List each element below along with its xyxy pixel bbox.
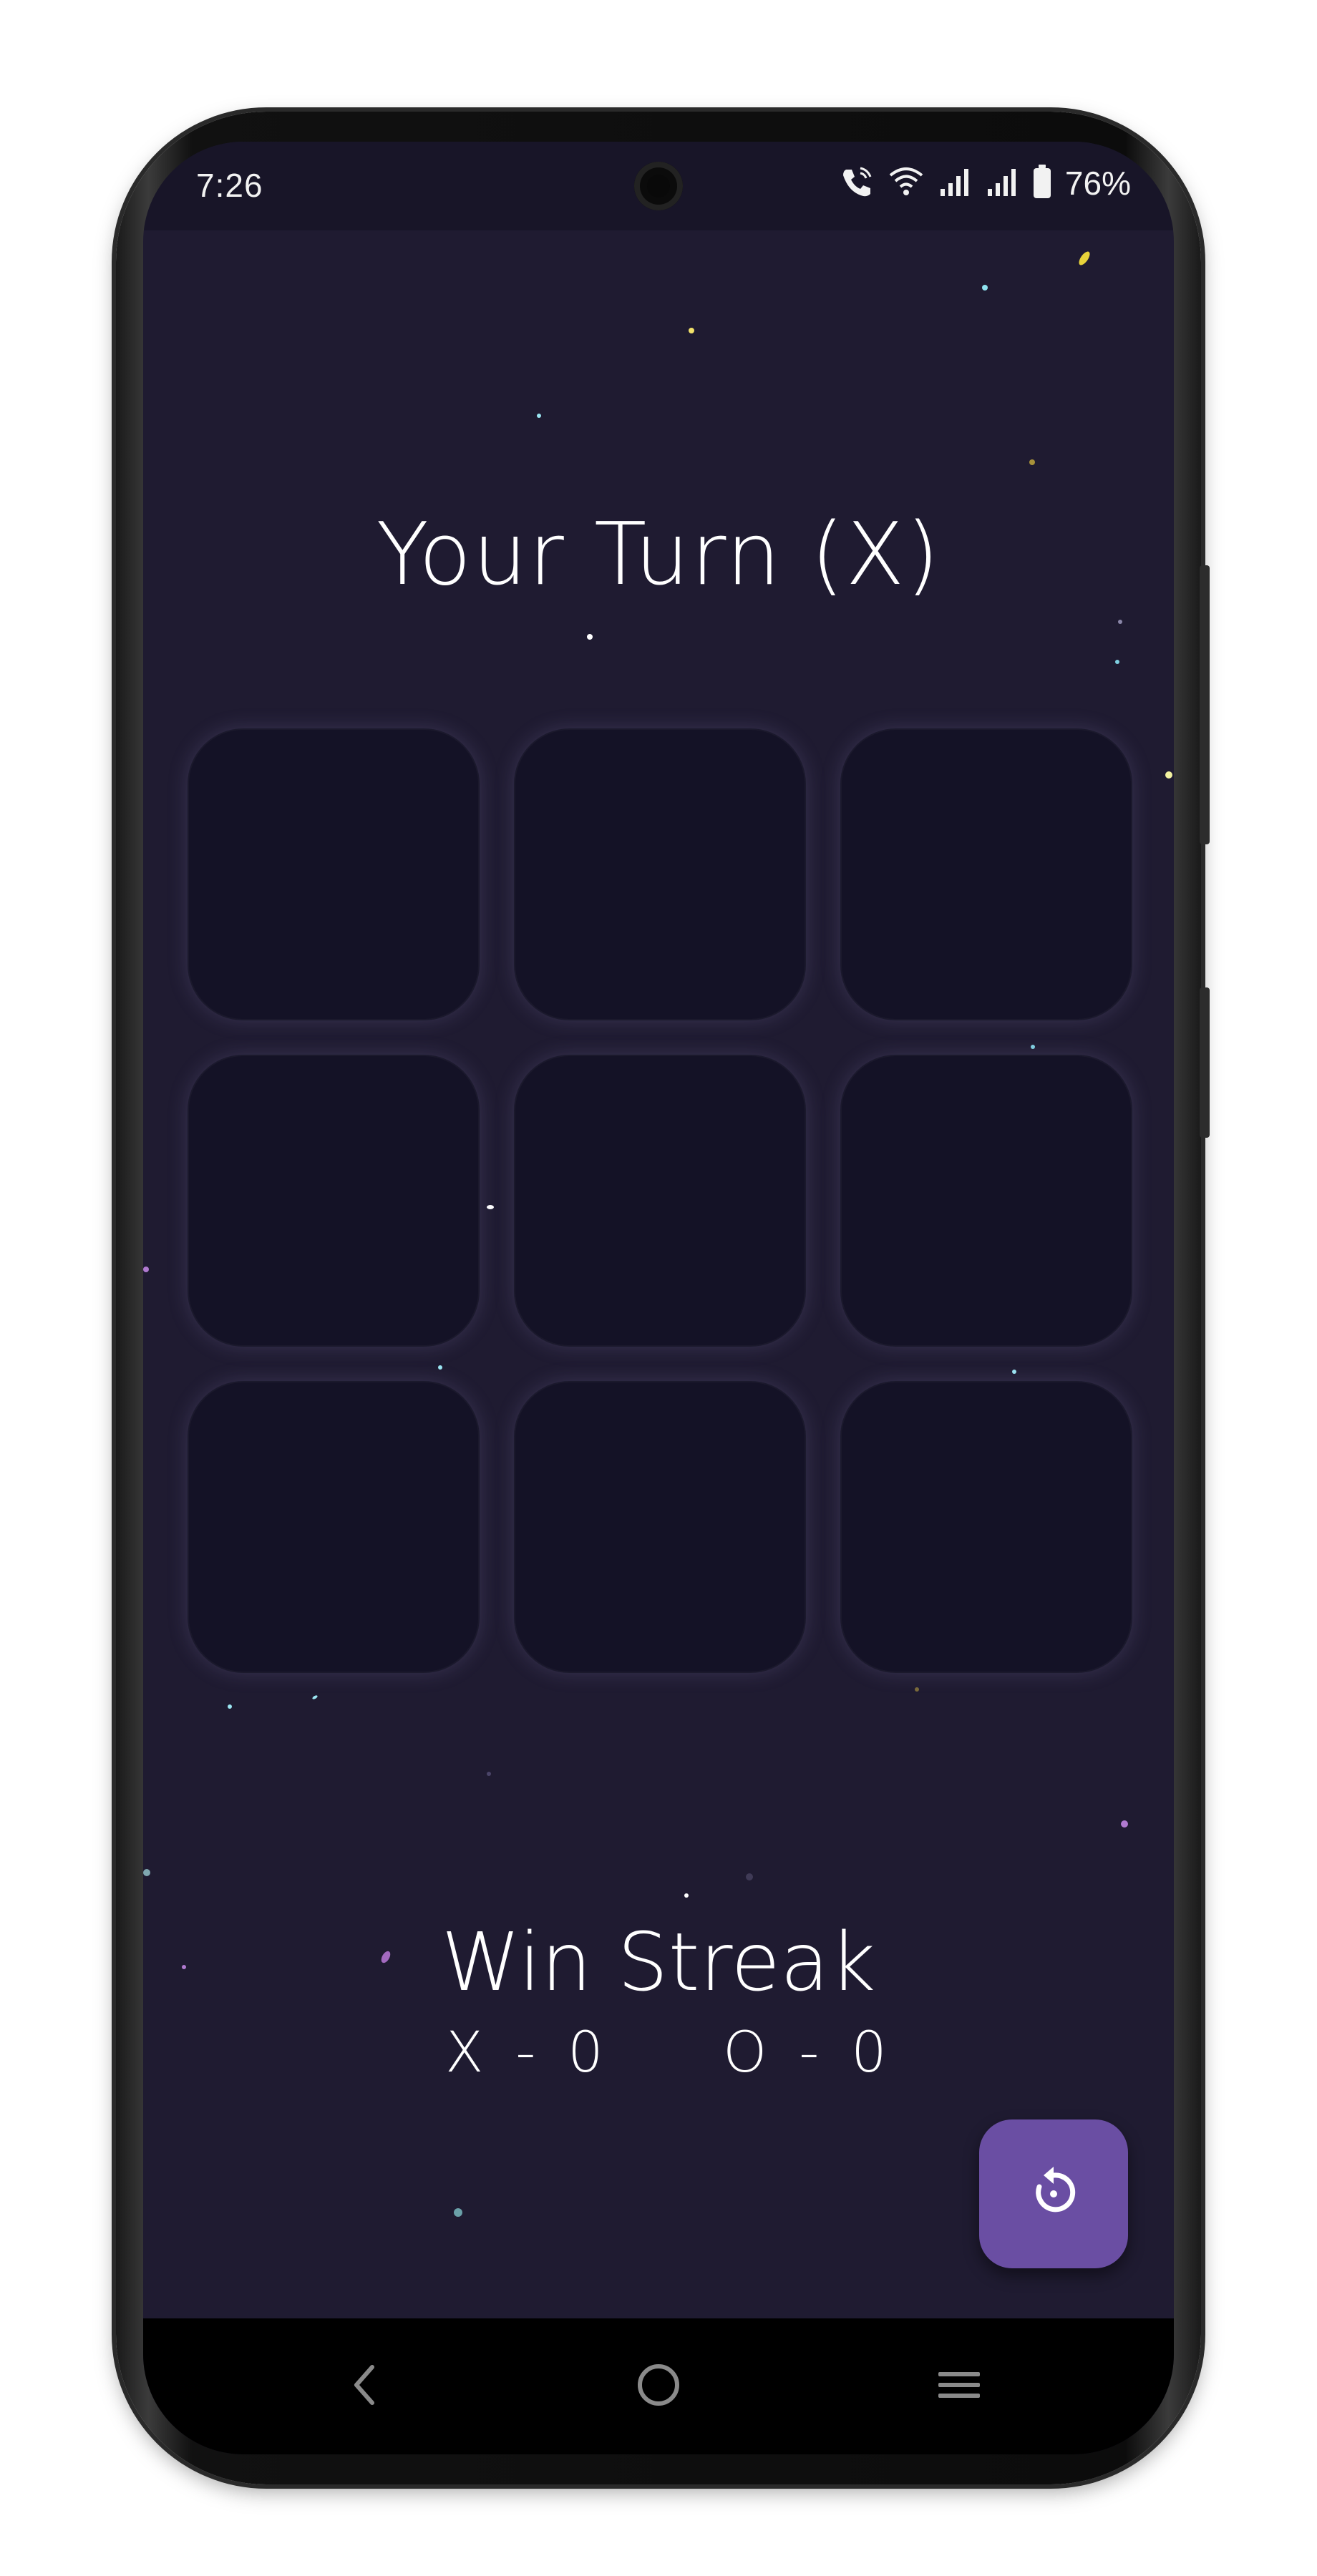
star-particle [915, 1687, 919, 1692]
volume-button [1200, 565, 1210, 844]
home-icon [633, 2360, 684, 2413]
star-particle [487, 1772, 491, 1776]
board-cell-5[interactable] [514, 1055, 806, 1347]
star-particle [587, 634, 593, 640]
star-particle [1115, 660, 1119, 664]
restart-button[interactable] [979, 2119, 1128, 2268]
signal-icon [985, 166, 1019, 200]
navigation-bar [143, 2318, 1174, 2454]
wifi-icon [888, 165, 925, 201]
front-camera [634, 162, 683, 210]
app-screen: 7:26 76% Your Turn (X) Win Streak X - 0 … [143, 142, 1174, 2454]
star-particle [746, 1873, 753, 1880]
o-score: O - 0 [723, 2021, 894, 2085]
win-streak-title: Win Streak [441, 1916, 876, 2009]
star-particle [228, 1704, 232, 1709]
restart-icon [1024, 2162, 1084, 2225]
recents-icon [934, 2363, 984, 2409]
board-cell-1[interactable] [188, 728, 480, 1020]
game-board [188, 728, 1132, 1673]
home-button[interactable] [623, 2351, 694, 2422]
star-particle [454, 2208, 462, 2217]
x-score: X - 0 [445, 2021, 611, 2085]
star-particle [689, 328, 694, 333]
back-button[interactable] [329, 2351, 401, 2422]
battery-percent: 76% [1064, 165, 1131, 202]
signal-icon [938, 166, 972, 200]
board-cell-2[interactable] [514, 728, 806, 1020]
star-particle [537, 414, 541, 418]
board-cell-8[interactable] [514, 1381, 806, 1673]
star-particle [143, 1267, 149, 1272]
power-button [1200, 987, 1210, 1138]
star-particle [1029, 459, 1035, 465]
board-cell-3[interactable] [840, 728, 1132, 1020]
recents-button[interactable] [923, 2351, 995, 2422]
star-particle [1118, 620, 1122, 624]
star-particle [1077, 250, 1092, 267]
status-bar: 7:26 76% [143, 142, 1174, 230]
board-cell-7[interactable] [188, 1381, 480, 1673]
board-cell-6[interactable] [840, 1055, 1132, 1347]
star-particle [311, 1694, 319, 1700]
board-cell-4[interactable] [188, 1055, 480, 1347]
status-time: 7:26 [196, 167, 263, 204]
star-particle [684, 1893, 689, 1898]
star-particle [1121, 1820, 1128, 1828]
star-particle [143, 1869, 150, 1876]
back-icon [344, 2360, 387, 2413]
board-cell-9[interactable] [840, 1381, 1132, 1673]
wifi-calling-icon [839, 164, 875, 203]
star-particle [982, 285, 988, 291]
status-icons: 76% [839, 163, 1131, 203]
battery-icon [1032, 164, 1052, 203]
star-particle [1165, 771, 1172, 779]
turn-indicator: Your Turn (X) [376, 505, 941, 605]
